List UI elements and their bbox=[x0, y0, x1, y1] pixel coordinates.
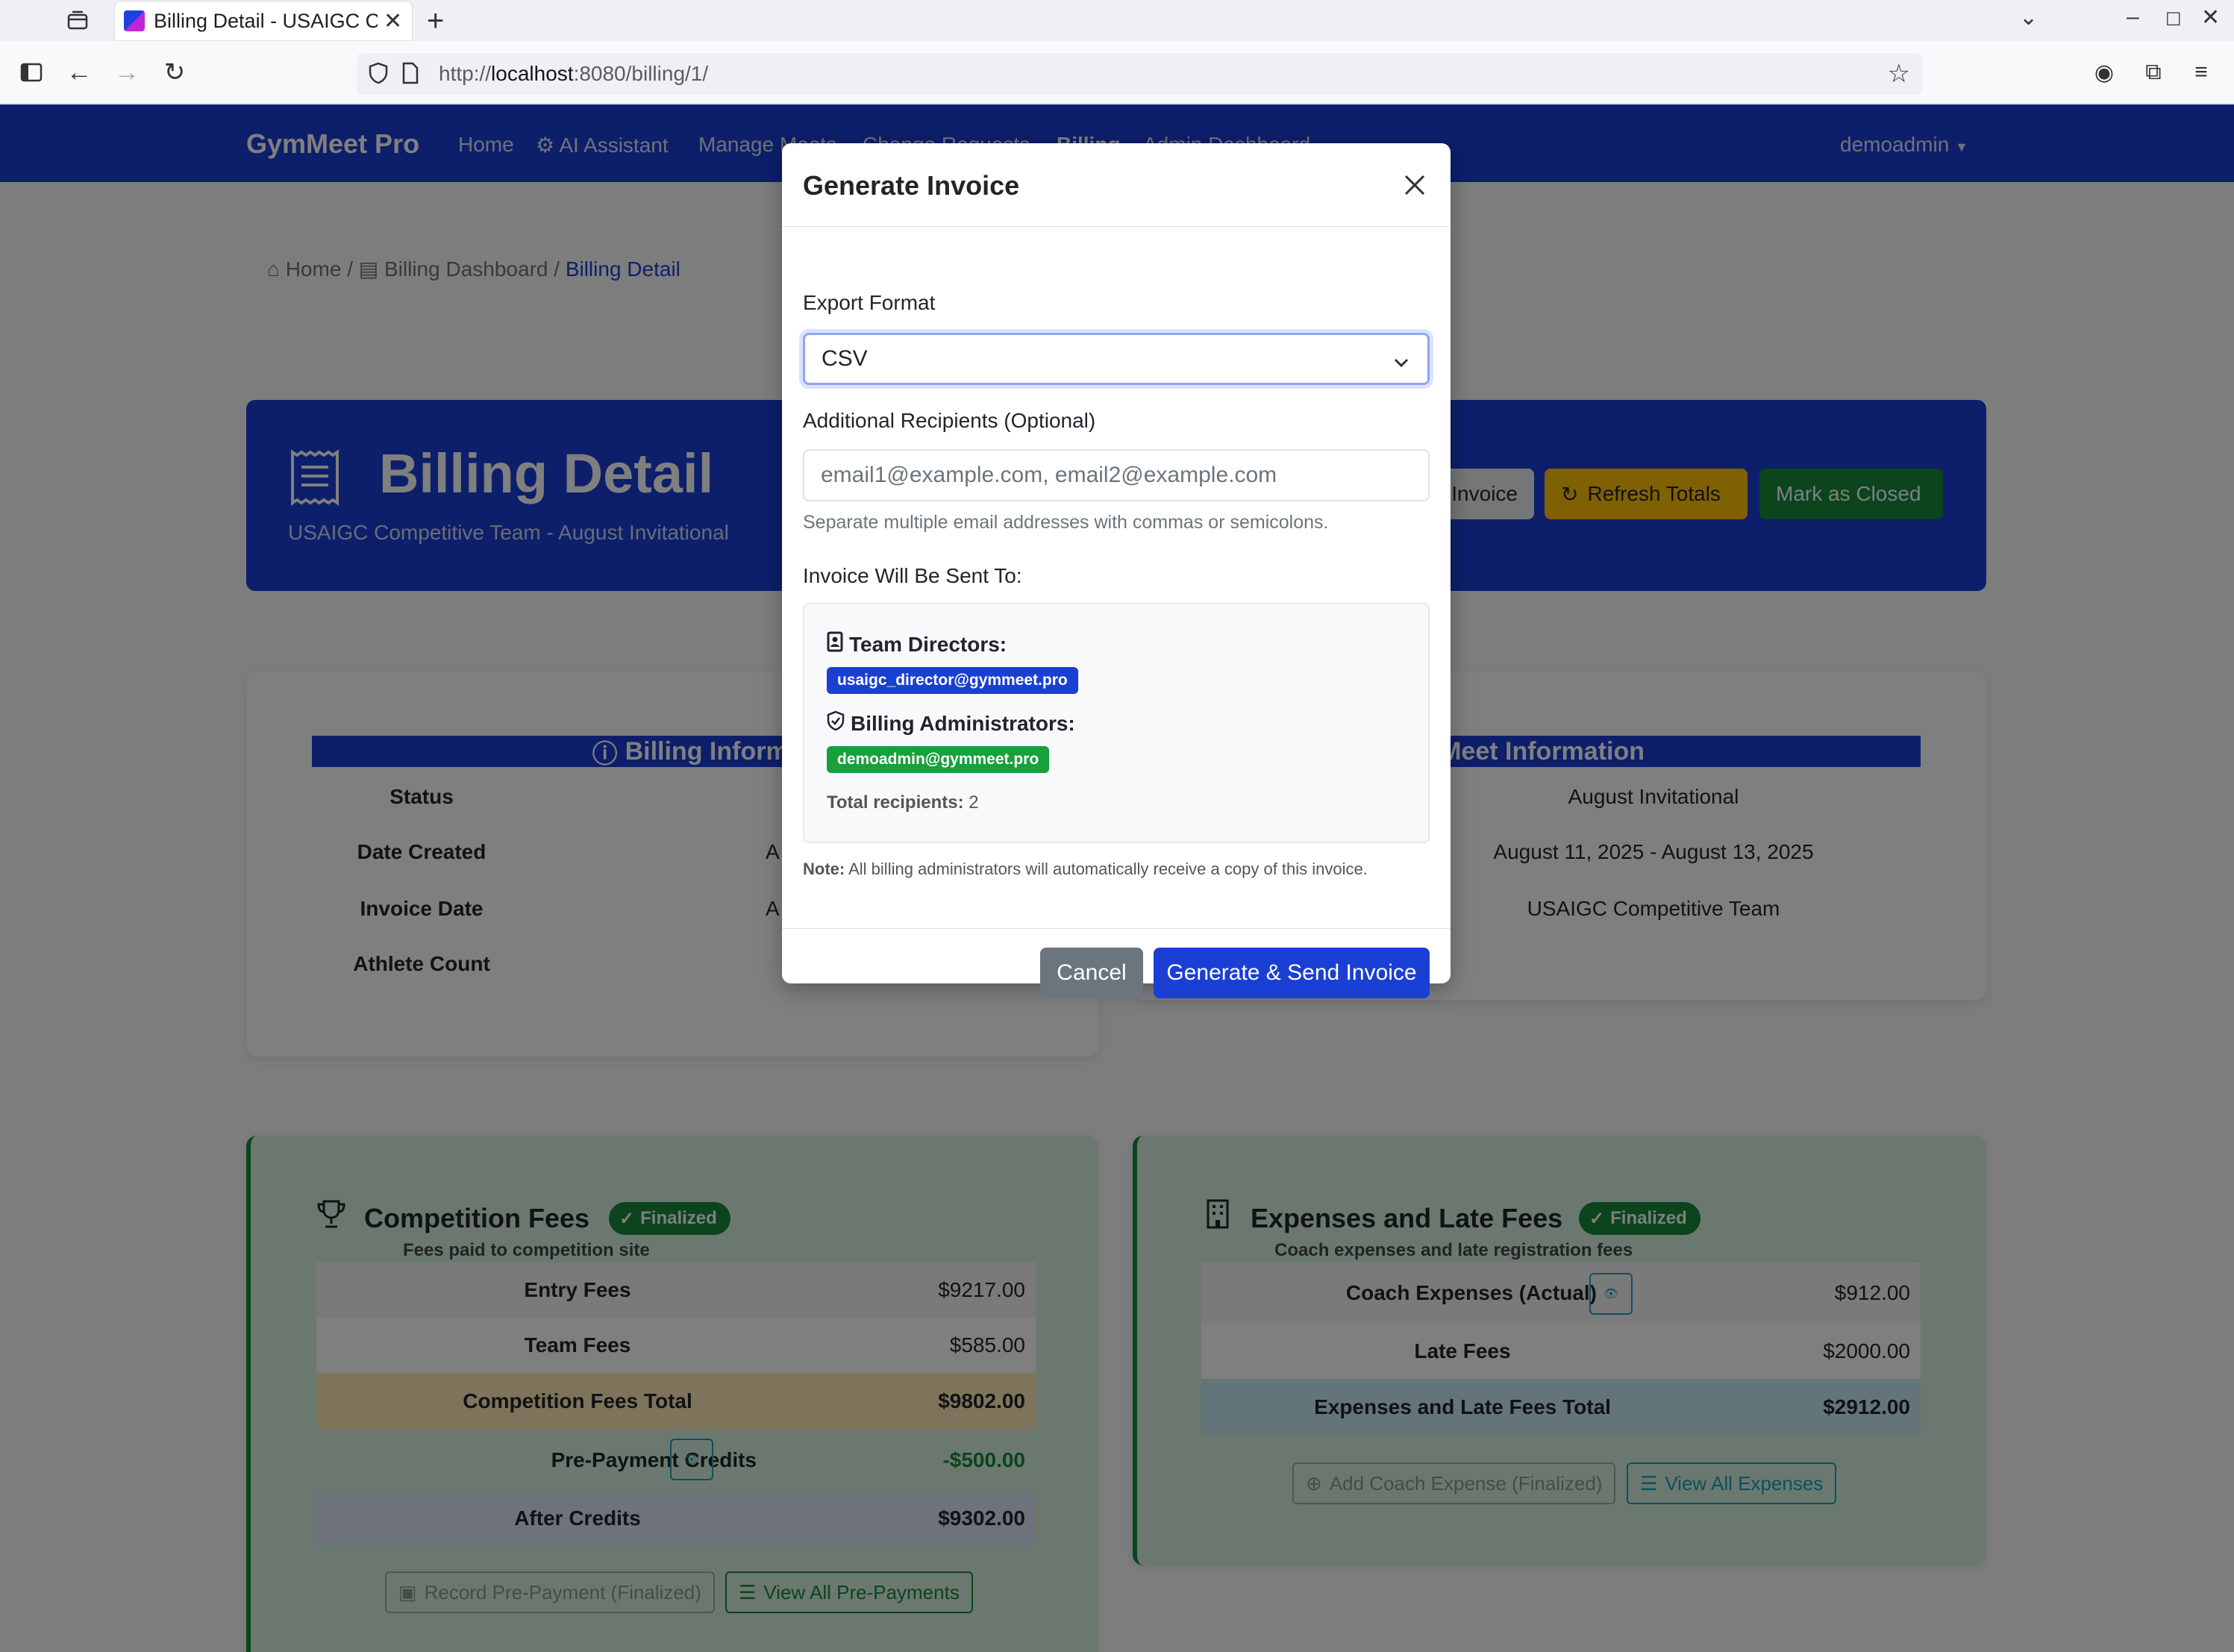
tab-favicon-icon bbox=[124, 10, 145, 31]
modal-header: Generate Invoice bbox=[782, 143, 1451, 227]
admin-email-badge: demoadmin@gymmeet.pro bbox=[827, 746, 1050, 773]
window-close-icon[interactable]: ✕ bbox=[2201, 4, 2220, 31]
note-text: All billing administrators will automati… bbox=[848, 860, 1368, 878]
cancel-button[interactable]: Cancel bbox=[1040, 948, 1143, 998]
minimize-icon[interactable]: – bbox=[2127, 4, 2139, 30]
team-directors-label: Team Directors: bbox=[849, 632, 1007, 656]
note-label: Note: bbox=[803, 860, 845, 878]
tab-close-icon[interactable]: ✕ bbox=[384, 8, 402, 34]
back-icon[interactable]: ← bbox=[64, 57, 94, 87]
close-icon[interactable] bbox=[1398, 169, 1431, 201]
generate-send-invoice-button[interactable]: Generate & Send Invoice bbox=[1154, 948, 1430, 998]
person-badge-icon bbox=[827, 631, 843, 657]
additional-recipients-input[interactable] bbox=[803, 449, 1430, 501]
forward-icon[interactable]: → bbox=[112, 57, 142, 87]
billing-admins-label: Billing Administrators: bbox=[851, 711, 1075, 735]
total-recipients-value: 2 bbox=[969, 792, 979, 813]
additional-recipients-label: Additional Recipients (Optional) bbox=[803, 409, 1096, 432]
tab-overflow-chevron-icon[interactable]: ⌄ bbox=[2019, 4, 2038, 31]
new-tab-icon[interactable]: + bbox=[427, 4, 444, 38]
team-directors-heading: Team Directors: bbox=[827, 631, 1007, 657]
total-recipients-label: Total recipients: bbox=[827, 792, 964, 813]
browser-tab-bar: Billing Detail - USAIGC Co ✕ + ⌄ – ☐ ✕ bbox=[0, 0, 2234, 41]
page-icon bbox=[401, 62, 419, 90]
app-viewport: GymMeet Pro Home ⚙ AI Assistant Manage M… bbox=[0, 104, 2234, 1652]
chevron-down-icon bbox=[1393, 351, 1409, 377]
modal-footer-divider bbox=[782, 928, 1451, 929]
director-email-badge: usaigc_director@gymmeet.pro bbox=[827, 667, 1078, 694]
bookmark-star-icon[interactable]: ☆ bbox=[1888, 59, 1910, 89]
browser-toolbar: ← → ↻ http://localhost:8080/billing/1/ ☆… bbox=[0, 41, 2234, 104]
sent-to-label: Invoice Will Be Sent To: bbox=[803, 564, 1022, 587]
tab-title: Billing Detail - USAIGC Co bbox=[154, 9, 378, 32]
shield-check-icon bbox=[827, 710, 845, 736]
sidebar-toggle-icon[interactable] bbox=[16, 57, 46, 87]
account-icon[interactable]: ◉ bbox=[2089, 57, 2119, 87]
modal-title: Generate Invoice bbox=[803, 170, 1020, 201]
recipients-help-text: Separate multiple email addresses with c… bbox=[803, 512, 1329, 533]
invoice-note: Note: All billing administrators will au… bbox=[803, 860, 1368, 879]
url-host: localhost bbox=[491, 62, 574, 85]
shield-icon[interactable] bbox=[369, 62, 388, 90]
reload-icon[interactable]: ↻ bbox=[160, 57, 190, 87]
total-recipients: Total recipients: 2 bbox=[827, 792, 979, 813]
menu-icon[interactable]: ≡ bbox=[2186, 57, 2216, 87]
url-prefix: http:// bbox=[439, 62, 492, 85]
recipients-box: Team Directors: usaigc_director@gymmeet.… bbox=[803, 603, 1430, 843]
maximize-icon[interactable]: ☐ bbox=[2165, 9, 2182, 31]
extensions-icon[interactable]: ⧉ bbox=[2138, 57, 2168, 87]
browser-tab[interactable]: Billing Detail - USAIGC Co ✕ bbox=[115, 1, 412, 40]
url-bar[interactable]: http://localhost:8080/billing/1/ ☆ bbox=[357, 53, 1922, 95]
url-path: :8080/billing/1/ bbox=[573, 62, 709, 85]
export-format-value: CSV bbox=[822, 346, 868, 371]
export-format-select[interactable]: CSV bbox=[803, 333, 1430, 385]
tab-list-icon[interactable] bbox=[63, 7, 93, 34]
billing-admins-heading: Billing Administrators: bbox=[827, 710, 1075, 736]
generate-invoice-modal: Generate Invoice Export Format CSV Addit… bbox=[782, 143, 1451, 998]
export-format-label: Export Format bbox=[803, 291, 936, 314]
